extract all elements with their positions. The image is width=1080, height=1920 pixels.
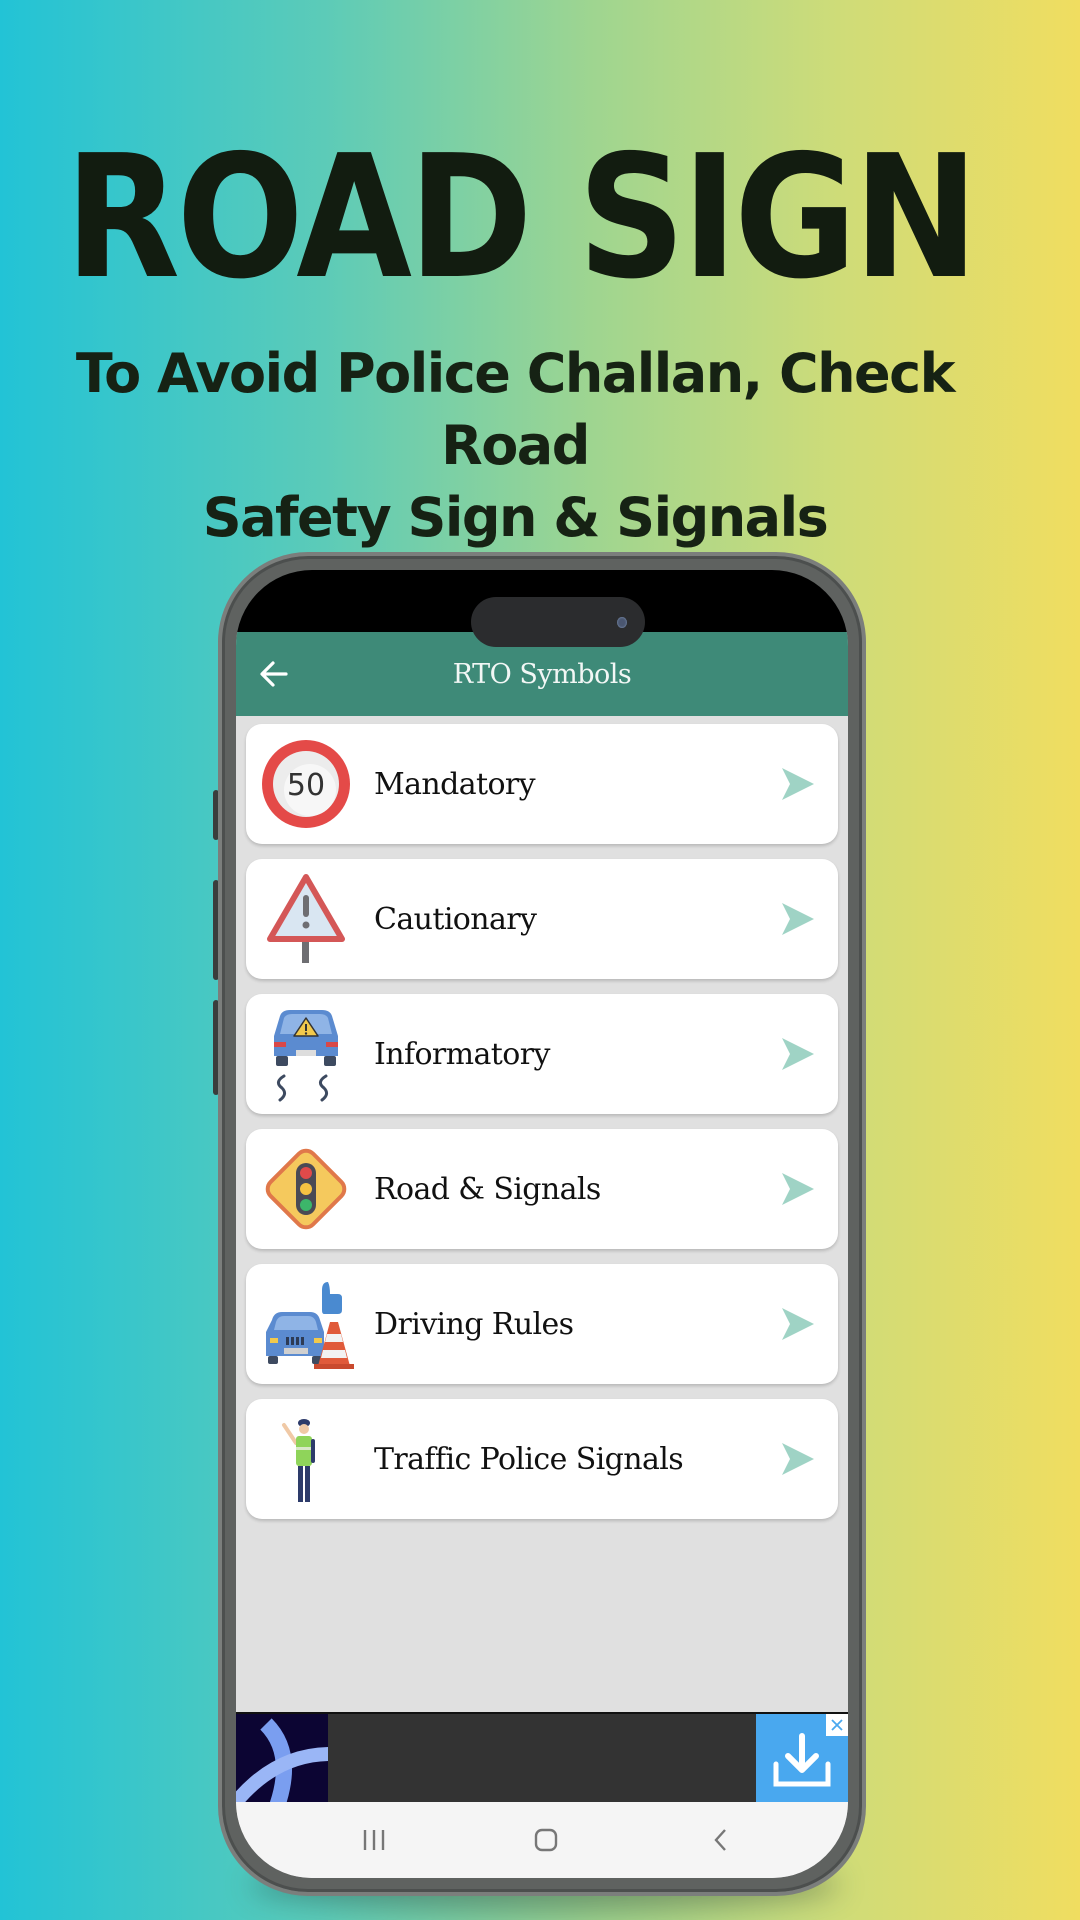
category-item-cautionary[interactable]: Cautionary bbox=[246, 859, 838, 979]
system-back-button[interactable] bbox=[696, 1820, 746, 1860]
chevron-right-icon bbox=[782, 768, 814, 800]
ad-logo-icon[interactable] bbox=[236, 1714, 328, 1802]
traffic-police-icon bbox=[282, 1419, 315, 1502]
ad-close-button[interactable] bbox=[826, 1714, 848, 1736]
chevron-right-icon bbox=[782, 903, 814, 935]
chevron-right-icon bbox=[782, 1308, 814, 1340]
chevron-right-icon bbox=[782, 1038, 814, 1070]
car-cone-thumbs-up-icon bbox=[266, 1282, 354, 1369]
home-button[interactable] bbox=[521, 1820, 571, 1860]
category-label: Driving Rules bbox=[374, 1306, 574, 1342]
speed-limit-50-icon: 50 bbox=[262, 740, 350, 828]
arrow-left-icon bbox=[260, 661, 288, 687]
phone-bezel: RTO Symbols 50 Mandatory Cautionary Info… bbox=[236, 570, 848, 1878]
ad-banner[interactable] bbox=[236, 1712, 848, 1802]
category-label: Cautionary bbox=[374, 901, 537, 937]
category-label: Road & Signals bbox=[374, 1171, 601, 1207]
category-list: 50 Mandatory Cautionary Informatory Road… bbox=[246, 724, 838, 1534]
speed-limit-text: 50 bbox=[287, 768, 325, 803]
category-item-mandatory[interactable]: 50 Mandatory bbox=[246, 724, 838, 844]
promo-subheadline-line2: Safety Sign & Signals bbox=[202, 486, 829, 549]
category-label: Mandatory bbox=[374, 766, 536, 802]
system-navigation-bar bbox=[236, 1802, 848, 1878]
category-item-traffic-police-signals[interactable]: Traffic Police Signals bbox=[246, 1399, 838, 1519]
promo-subheadline-line1: To Avoid Police Challan, Check Road bbox=[75, 342, 956, 477]
chevron-right-icon bbox=[782, 1173, 814, 1205]
back-button[interactable] bbox=[254, 654, 294, 694]
chevron-right-icon bbox=[782, 1443, 814, 1475]
promo-headline: ROAD SIGN bbox=[64, 119, 979, 317]
ad-logo-graphic bbox=[236, 1718, 328, 1802]
category-label: Informatory bbox=[374, 1036, 550, 1072]
category-item-informatory[interactable]: Informatory bbox=[246, 994, 838, 1114]
app-title: RTO Symbols bbox=[452, 658, 632, 690]
front-camera-icon bbox=[617, 617, 627, 628]
category-item-driving-rules[interactable]: Driving Rules bbox=[246, 1264, 838, 1384]
dynamic-island bbox=[471, 597, 645, 647]
warning-triangle-sign-icon bbox=[267, 874, 345, 963]
phone-frame: RTO Symbols 50 Mandatory Cautionary Info… bbox=[218, 552, 866, 1896]
back-chevron-icon bbox=[714, 1829, 726, 1851]
app-screen: RTO Symbols 50 Mandatory Cautionary Info… bbox=[236, 632, 848, 1878]
recents-button[interactable] bbox=[349, 1820, 399, 1860]
traffic-light-sign-icon bbox=[265, 1148, 347, 1230]
slippery-car-icon bbox=[274, 1010, 338, 1102]
home-icon bbox=[534, 1828, 558, 1852]
promo-subheadline: To Avoid Police Challan, Check Road Safe… bbox=[0, 338, 1030, 554]
close-icon bbox=[831, 1719, 843, 1731]
recents-icon bbox=[363, 1830, 385, 1850]
category-item-road-signals[interactable]: Road & Signals bbox=[246, 1129, 838, 1249]
category-label: Traffic Police Signals bbox=[374, 1441, 684, 1477]
